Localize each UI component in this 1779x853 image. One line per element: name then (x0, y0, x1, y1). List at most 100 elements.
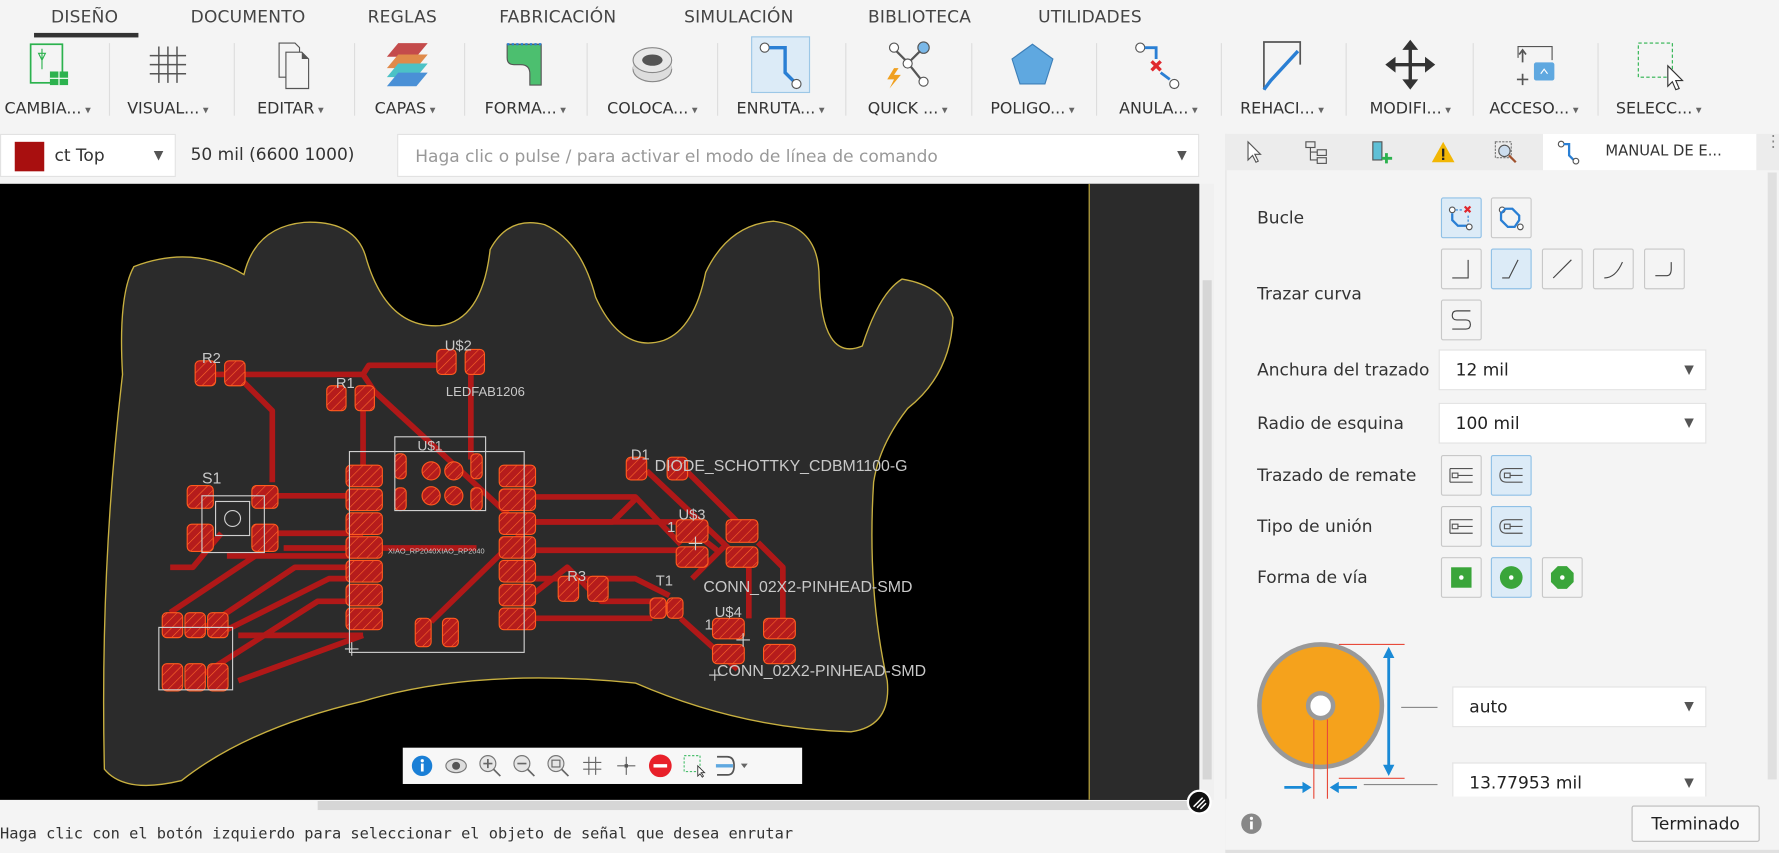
board-drawing[interactable]: R2 R1 U$2 LEDFAB1206 U$1 S1 XIAO_RP2040X… (0, 183, 1200, 800)
switch-schematic-button[interactable]: CAMBIA... (2, 36, 93, 124)
smd-pad[interactable] (207, 663, 229, 692)
layers-button[interactable]: CAPAS (365, 36, 444, 124)
route-mode-icon[interactable] (711, 749, 752, 783)
smd-pad[interactable] (161, 612, 184, 639)
smd-pad[interactable] (394, 453, 407, 480)
tab-utilidades[interactable]: UTILIDADES (1038, 7, 1142, 27)
quick-route-button[interactable]: QUICK ... (859, 36, 957, 124)
pcb-canvas[interactable]: R2 R1 U$2 LEDFAB1206 U$1 S1 XIAO_RP2040X… (0, 183, 1200, 800)
smd-pad[interactable] (725, 519, 759, 543)
smd-pad[interactable] (441, 617, 459, 648)
smd-pad[interactable] (184, 663, 206, 692)
bend-45-button[interactable] (1490, 248, 1532, 290)
tab-diseno[interactable]: DISEÑO (51, 7, 118, 27)
smd-pad[interactable] (251, 523, 279, 552)
command-line-input[interactable]: Haga clic o pulse / para activar el modo… (397, 133, 1200, 177)
loop-keep-button[interactable] (1490, 197, 1532, 239)
eye-icon[interactable] (439, 749, 473, 783)
round-pad[interactable] (421, 486, 441, 506)
smd-pad[interactable] (186, 523, 214, 552)
smd-pad[interactable] (675, 546, 709, 568)
route-button[interactable]: ENRUTA... (732, 36, 830, 124)
smd-pad[interactable] (345, 512, 383, 535)
resize-grip-icon[interactable] (1186, 789, 1212, 815)
smd-pad[interactable] (498, 559, 537, 583)
done-button[interactable]: Terminado (1631, 805, 1760, 842)
bend-freeform-button[interactable] (1440, 299, 1482, 341)
trace-width-select[interactable]: 12 mil ▼ (1438, 349, 1707, 391)
tab-manual-route[interactable]: MANUAL DE E... (1543, 133, 1757, 171)
smd-pad[interactable] (414, 617, 432, 648)
round-pad[interactable] (444, 486, 464, 506)
cap-flat-button[interactable] (1440, 454, 1482, 496)
place-via-button[interactable]: COLOCA... (604, 36, 702, 124)
smd-pad[interactable] (498, 607, 537, 631)
smd-pad[interactable] (251, 485, 279, 509)
via-diameter-select[interactable]: auto ▼ (1452, 686, 1707, 728)
bend-straight-button[interactable] (1541, 248, 1583, 290)
cap-round-button[interactable] (1490, 454, 1532, 496)
smd-pad[interactable] (711, 617, 745, 640)
smd-pad[interactable] (762, 643, 796, 665)
smd-pad[interactable] (354, 385, 375, 412)
zoom-fit-icon[interactable] (541, 749, 575, 783)
smd-pad[interactable] (345, 559, 383, 583)
smd-pad[interactable] (345, 488, 383, 512)
access-button[interactable]: ACCESO... (1484, 36, 1584, 124)
crosshair-icon[interactable] (609, 749, 643, 783)
smd-pad[interactable] (186, 485, 214, 509)
join-flat-button[interactable] (1440, 506, 1482, 547)
smd-pad[interactable] (345, 464, 383, 488)
zoom-in-icon[interactable] (473, 749, 507, 783)
info-icon[interactable] (1240, 812, 1263, 835)
bend-arc45-button[interactable] (1592, 248, 1634, 290)
smd-pad[interactable] (345, 536, 383, 559)
round-pad[interactable] (421, 461, 441, 481)
tab-select-icon[interactable] (1237, 134, 1271, 170)
via-square-button[interactable] (1440, 557, 1482, 598)
tab-fabricacion[interactable]: FABRICACIÓN (499, 7, 616, 27)
tab-reglas[interactable]: REGLAS (368, 7, 437, 27)
smd-pad[interactable] (345, 607, 383, 631)
select-button[interactable]: SELECC... (1609, 36, 1709, 124)
select-area-icon[interactable] (677, 749, 711, 783)
smd-pad[interactable] (498, 464, 537, 488)
tab-simulacion[interactable]: SIMULACIÓN (684, 7, 793, 27)
edit-button[interactable]: EDITAR (247, 36, 333, 124)
smd-pad[interactable] (184, 612, 206, 639)
smd-pad[interactable] (711, 643, 745, 665)
smd-pad[interactable] (224, 360, 246, 387)
join-round-button[interactable] (1490, 506, 1532, 547)
stop-icon[interactable] (643, 749, 677, 783)
smd-pad[interactable] (394, 487, 407, 512)
via-octagon-button[interactable] (1541, 557, 1583, 598)
modify-button[interactable]: MODIFI... (1359, 36, 1461, 124)
tab-inspect-icon[interactable] (1489, 134, 1523, 170)
tab-warning-icon[interactable] (1426, 134, 1460, 170)
board-shape-button[interactable]: FORMA... (477, 36, 575, 124)
bend-90-button[interactable] (1440, 248, 1482, 290)
smd-pad[interactable] (498, 583, 537, 607)
grid-icon[interactable] (575, 749, 609, 783)
view-button[interactable]: VISUAL... (123, 36, 214, 124)
smd-pad[interactable] (161, 663, 184, 692)
tab-tree-icon[interactable] (1299, 134, 1333, 170)
smd-pad[interactable] (498, 536, 537, 559)
via-round-button[interactable] (1490, 557, 1532, 598)
panel-options-icon[interactable]: ⋮ (1765, 134, 1779, 150)
smd-pad[interactable] (666, 597, 684, 619)
smd-pad[interactable] (470, 453, 483, 480)
via-drill-select[interactable]: 13.77953 mil ▼ (1452, 762, 1707, 797)
loop-remove-button[interactable] (1440, 197, 1482, 239)
smd-pad[interactable] (498, 512, 537, 535)
vertical-scrollbar[interactable] (1200, 183, 1214, 800)
zoom-out-icon[interactable] (507, 749, 541, 783)
smd-pad[interactable] (498, 488, 537, 512)
layer-select[interactable]: ct Top ▼ (0, 133, 176, 177)
round-pad[interactable] (444, 461, 464, 481)
smd-pad[interactable] (649, 597, 667, 619)
smd-pad[interactable] (470, 487, 483, 512)
panel-scrollbar[interactable] (1767, 172, 1777, 780)
horizontal-scroll-thumb[interactable] (317, 801, 1203, 811)
ripup-redo-button[interactable]: REHACI... (1234, 36, 1329, 124)
